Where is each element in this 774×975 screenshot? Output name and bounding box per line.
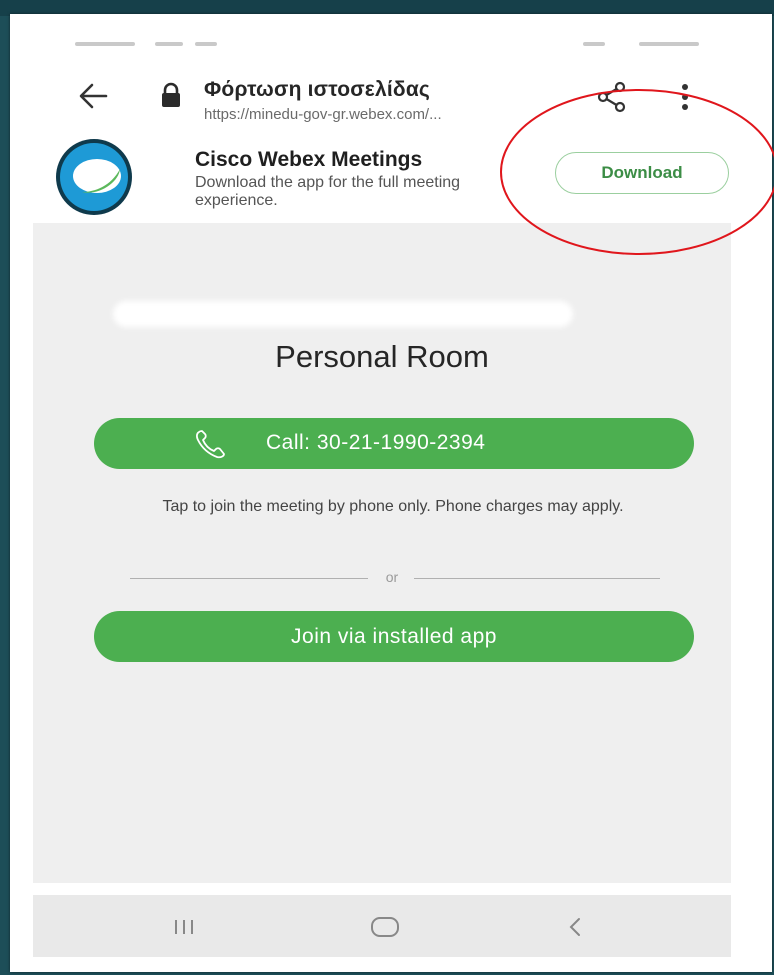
or-divider: or (130, 569, 660, 589)
call-button[interactable]: Call: 30-21-1990-2394 (94, 418, 694, 469)
webex-logo-icon (56, 139, 132, 215)
call-button-label: Call: 30-21-1990-2394 (266, 431, 486, 454)
room-title: Personal Room (275, 339, 489, 374)
phone-icon (196, 430, 225, 459)
home-icon[interactable] (370, 916, 400, 938)
redacted-name (113, 301, 573, 327)
app-name: Cisco Webex Meetings (195, 148, 423, 171)
red-annotation-circle (500, 89, 774, 255)
status-bar (75, 42, 705, 52)
join-app-button[interactable]: Join via installed app (94, 611, 694, 662)
webex-join-page: Personal Room Call: 30-21-1990-2394 Tap … (33, 223, 731, 883)
nav-back-icon[interactable] (568, 916, 582, 938)
recent-apps-icon[interactable] (173, 917, 195, 937)
call-note: Tap to join the meeting by phone only. P… (162, 498, 624, 515)
page-title: Φόρτωση ιστοσελίδας (204, 78, 431, 101)
app-description: Download the app for the full meeting ex… (195, 174, 461, 209)
arrow-left-icon[interactable] (78, 82, 108, 110)
divider-text: or (385, 569, 399, 585)
android-nav-bar (33, 895, 731, 957)
lock-icon (162, 82, 180, 107)
